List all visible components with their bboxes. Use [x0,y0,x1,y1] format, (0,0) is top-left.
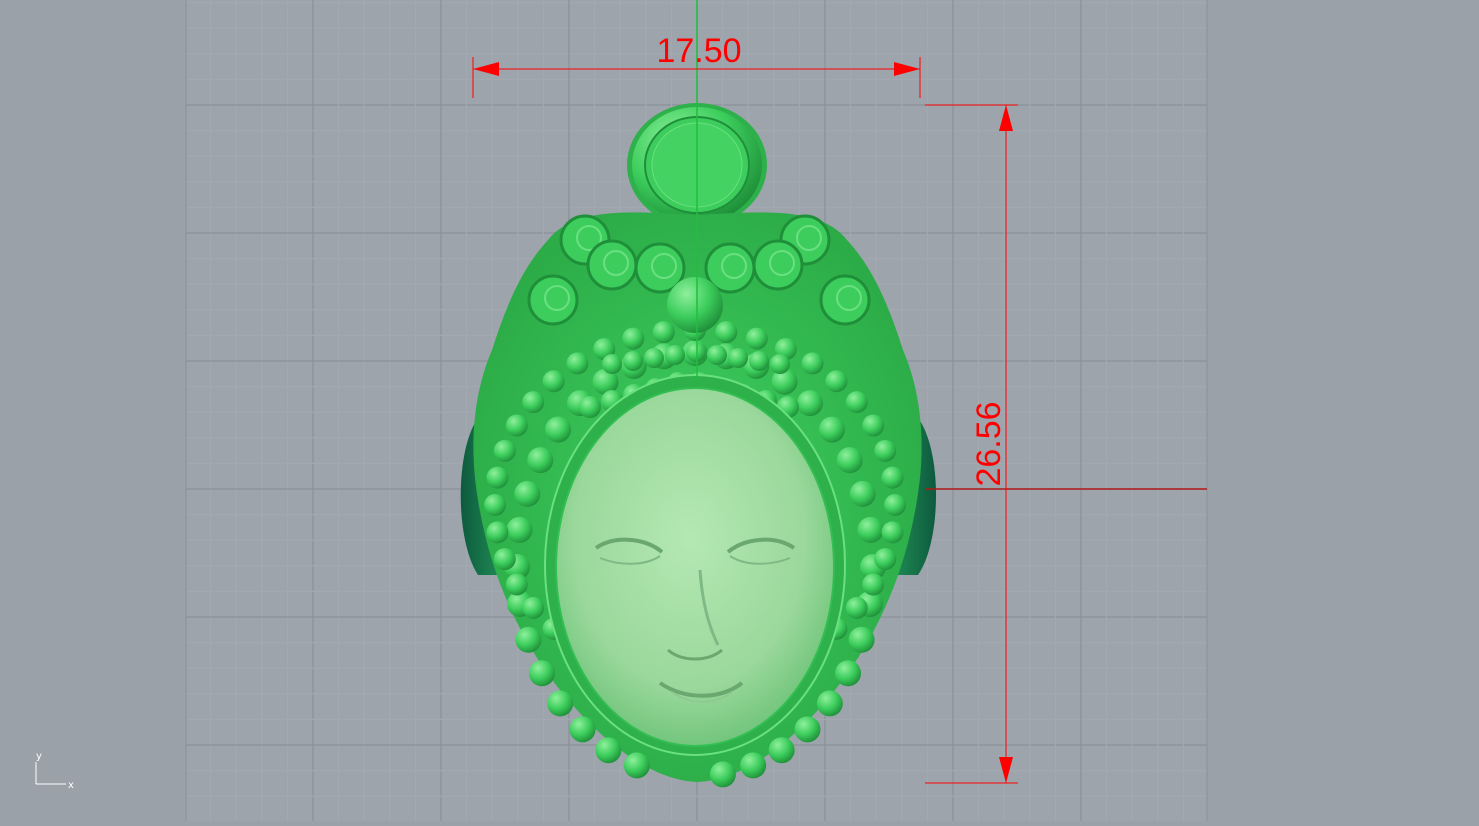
ornament-bead [770,354,790,374]
ornament-bead [884,494,906,516]
ornament-bead [528,660,555,687]
sculpted-face [557,389,833,745]
ornament-bead [818,416,845,443]
ornament-bead [514,480,541,507]
ornament-bead [595,737,622,764]
ornament-bead [709,761,736,788]
ornament-bead [849,480,876,507]
ornament-bead [644,348,664,368]
ornament-bead [493,548,516,571]
ornament-bead [522,596,545,619]
height-dimension-label: 26.56 [970,401,1008,486]
ornament-bead [745,327,768,350]
axis-y-label: y [36,751,42,762]
ornament-bead [686,342,706,362]
ornament-bead [542,370,565,393]
ornament-bead [515,626,542,653]
ornament-bead [547,690,574,717]
ornament-bead [665,345,685,365]
ornament-bead [848,626,875,653]
ornament-bead [715,321,738,344]
ornament-bead [566,352,589,375]
ornament-bead [579,396,601,418]
axis-x-label: x [68,780,74,791]
ornament-bead [862,573,885,596]
ornament-bead [862,414,885,437]
ornament-bead [874,548,897,571]
ornament-bead [794,716,821,743]
ornament-bead [845,596,868,619]
ornament-bead [836,447,863,474]
ornament-bead [881,521,904,544]
ornament-bead [881,466,904,489]
ornament-bead [486,521,509,544]
viewport-canvas[interactable]: 17.50 26.56 y x [0,0,1479,821]
ornament-bead [622,327,645,350]
ornament-bead [740,752,767,779]
ornament-bead [707,345,727,365]
ornament-bead [845,391,868,414]
ornament-bead [493,439,516,462]
ornament-bead [796,390,823,417]
ornament-bead [545,416,572,443]
ornament-bead [484,494,506,516]
rhino-top-viewport[interactable]: 17.50 26.56 y x [0,0,1479,821]
width-dimension-label: 17.50 [656,32,741,70]
ornament-bead [623,351,643,371]
ornament-bead [857,516,884,543]
ornament-bead [652,321,675,344]
ornament-bead [522,391,545,414]
ornament-bead [527,447,554,474]
ornament-bead [506,516,533,543]
ornament-bead [768,737,795,764]
ornament-bead [505,414,528,437]
ornament-bead [816,690,843,717]
ornament-bead [505,573,528,596]
ornament-bead [749,351,769,371]
ornament-bead [569,716,596,743]
ornament-bead [825,370,848,393]
ornament-bead [728,348,748,368]
ornament-bead [835,660,862,687]
ornament-bead [486,466,509,489]
ornament-bead [801,352,824,375]
ornament-bead [874,439,897,462]
ornament-bead [602,354,622,374]
ornament-bead [623,752,650,779]
crown-center-bead [667,277,723,333]
